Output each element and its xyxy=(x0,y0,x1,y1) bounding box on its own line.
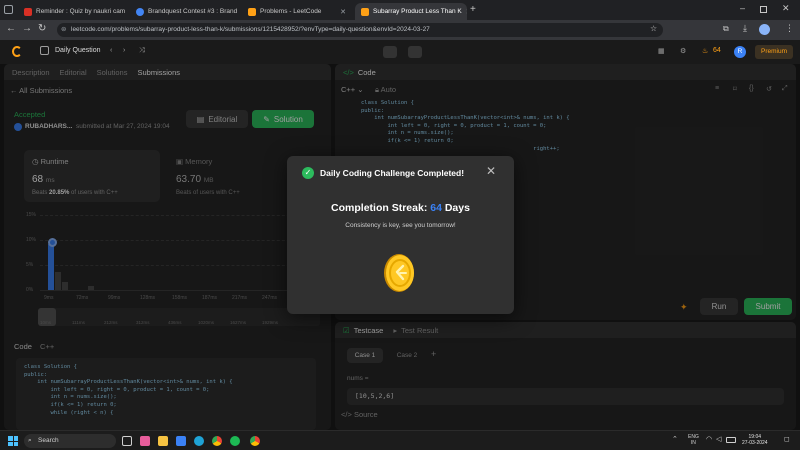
chrome-active-icon[interactable] xyxy=(250,436,260,446)
download-icon[interactable]: ⤓ xyxy=(743,23,747,34)
extensions-icon[interactable]: ⧉ xyxy=(723,24,729,34)
browser-tab[interactable]: Problems - LeetCode ✕ xyxy=(242,3,352,20)
tab-title: Problems - LeetCode xyxy=(260,8,322,15)
tab-title: Subarray Product Less Than K xyxy=(373,8,462,15)
site-info-icon[interactable]: ⊜ xyxy=(61,23,66,37)
url-input[interactable]: ⊜ leetcode.com/problems/subarray-product… xyxy=(57,23,663,37)
reload-icon[interactable]: ↻ xyxy=(38,23,46,34)
close-icon[interactable]: ✕ xyxy=(340,8,346,16)
menu-icon[interactable]: ⋮ xyxy=(785,23,794,34)
bookmark-star-icon[interactable]: ☆ xyxy=(650,24,657,33)
prev-question-icon[interactable]: ‹ xyxy=(110,47,112,54)
shuffle-icon[interactable]: ⤨ xyxy=(139,47,145,55)
tab-title: Reminder : Quiz by naukri cam xyxy=(36,8,126,15)
problem-list-icon[interactable] xyxy=(40,46,49,55)
check-circle-icon: ✓ xyxy=(302,167,314,179)
streak-value: 64 xyxy=(430,202,442,214)
gmail-icon xyxy=(24,7,32,16)
tab-search-icon[interactable] xyxy=(4,5,13,14)
modal-title: Daily Coding Challenge Completed! xyxy=(320,168,465,178)
chrome-icon[interactable] xyxy=(212,436,222,446)
new-tab-icon[interactable]: + xyxy=(470,4,476,15)
streak-count[interactable]: 64 xyxy=(713,47,721,54)
back-icon[interactable]: ← xyxy=(6,23,16,34)
modal-close-icon[interactable]: ✕ xyxy=(486,164,496,178)
profile-icon[interactable] xyxy=(759,24,770,35)
streak-suffix: Days xyxy=(444,202,470,214)
language-bottom[interactable]: IN xyxy=(688,440,699,446)
close-window-icon[interactable]: ✕ xyxy=(782,3,790,14)
modal-message: Consistency is key, see you tomorrow! xyxy=(345,222,456,229)
windows-taskbar: ⌕ Search ⌃ ENG IN ◠ ◁ 19:04 27-03-2024 ◻ xyxy=(0,430,800,450)
debug-icon[interactable] xyxy=(383,46,397,58)
challenge-complete-modal: ✓ Daily Coding Challenge Completed! ✕ Co… xyxy=(287,156,514,314)
leetcode-icon xyxy=(361,7,369,16)
battery-icon[interactable] xyxy=(726,437,736,443)
premium-button[interactable]: Premium xyxy=(755,45,793,59)
leetcode-coin-icon xyxy=(382,252,416,294)
taskbar-search-label: Search xyxy=(38,437,59,444)
task-view-icon[interactable] xyxy=(122,436,132,446)
maximize-icon[interactable] xyxy=(760,6,767,13)
leetcode-icon xyxy=(248,7,256,16)
browser-tab-active[interactable]: Subarray Product Less Than K ✕ xyxy=(355,3,467,20)
browser-tab[interactable]: Brandquest Contest #3 : Brand ✕ xyxy=(130,3,240,20)
volume-icon[interactable]: ◁ xyxy=(716,435,721,443)
taskbar-search-box[interactable]: ⌕ Search xyxy=(24,434,116,448)
streak-fire-icon[interactable]: ♨ xyxy=(702,47,708,55)
streak-prefix: Completion Streak: xyxy=(331,202,428,214)
close-icon[interactable]: ✕ xyxy=(466,8,467,16)
notes-icon[interactable] xyxy=(408,46,422,58)
daily-question-label[interactable]: Daily Question xyxy=(55,47,101,54)
windows-start-icon[interactable] xyxy=(8,436,18,446)
edge-icon[interactable] xyxy=(194,436,204,446)
file-explorer-icon[interactable] xyxy=(158,436,168,446)
leetcode-logo-icon[interactable] xyxy=(12,46,22,57)
tab-title: Brandquest Contest #3 : Brand xyxy=(148,8,238,15)
url-text: leetcode.com/problems/subarray-product-l… xyxy=(71,26,430,33)
next-question-icon[interactable]: › xyxy=(123,47,125,54)
wifi-icon[interactable]: ◠ xyxy=(706,435,712,443)
leetcode-top-nav: Daily Question ‹ › ⤨ ▦ ⚙ ♨ 64 R xyxy=(0,40,800,64)
search-icon: ⌕ xyxy=(28,437,32,444)
forward-icon[interactable]: → xyxy=(22,23,32,34)
clock-date[interactable]: 27-03-2024 xyxy=(742,440,768,446)
settings-gear-icon[interactable]: ⚙ xyxy=(680,47,686,55)
tray-chevron-icon[interactable]: ⌃ xyxy=(672,435,678,443)
layout-icon[interactable]: ▦ xyxy=(658,47,665,55)
notification-icon[interactable]: ◻ xyxy=(784,435,790,443)
site-icon xyxy=(136,7,144,16)
avatar[interactable]: R xyxy=(734,46,746,58)
store-icon[interactable] xyxy=(176,436,186,446)
app-icon[interactable] xyxy=(140,436,150,446)
browser-tab-bar: Reminder : Quiz by naukri cam ✕ Brandque… xyxy=(0,0,800,20)
browser-tab[interactable]: Reminder : Quiz by naukri cam ✕ xyxy=(18,3,128,20)
minimize-icon[interactable]: – xyxy=(740,3,745,13)
address-bar-row: ← → ↻ ⊜ leetcode.com/problems/subarray-p… xyxy=(0,20,800,40)
spotify-icon[interactable] xyxy=(230,436,240,446)
